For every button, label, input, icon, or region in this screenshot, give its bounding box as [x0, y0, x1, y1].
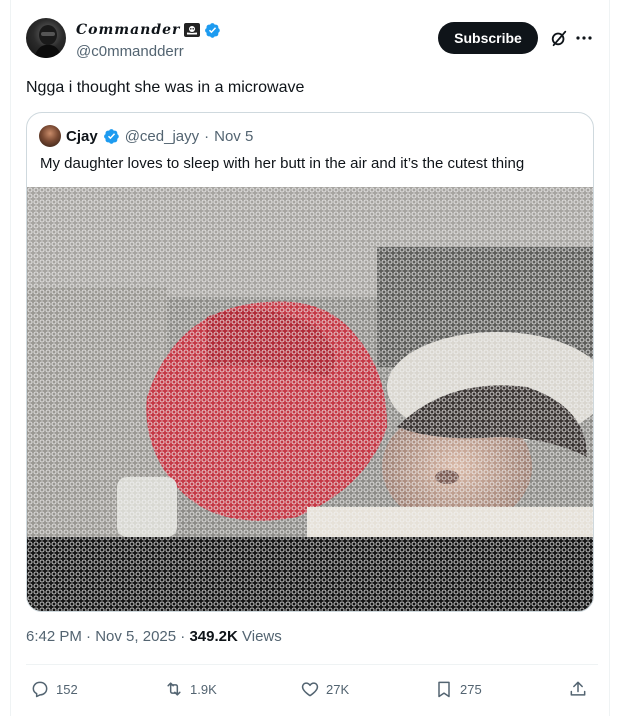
tweet-text: Ngga i thought she was in a microwave [26, 79, 305, 96]
share-button[interactable] [568, 676, 588, 702]
action-bar: 152 1.9K 27K 275 [26, 676, 598, 702]
author-avatar[interactable] [26, 18, 66, 58]
post-date[interactable]: Nov 5, 2025 [95, 628, 176, 645]
post-time[interactable]: 6:42 PM [26, 628, 82, 645]
meta-separator: · [180, 628, 186, 645]
meta-separator: · [86, 628, 92, 645]
author-handle[interactable]: @c0mmandderr [76, 43, 221, 60]
views-count: 349.2K [189, 628, 238, 645]
quoted-tweet[interactable]: Cjay @ced_jayy · Nov 5 My daughter loves… [26, 112, 594, 612]
skull-flag-icon [184, 23, 201, 37]
like-button[interactable]: 27K [300, 676, 349, 702]
heart-icon [301, 682, 319, 697]
reply-icon [32, 681, 48, 698]
post-timestamp: 6:42 PM · Nov 5, 2025 · 349.2K Views [26, 628, 282, 645]
more-options-icon[interactable] [574, 28, 594, 48]
post-header: Commander @c0mmandderr Subscribe [26, 18, 610, 64]
share-icon [570, 681, 586, 696]
author-name-text[interactable]: Commander [76, 22, 180, 38]
author-display-name[interactable]: Commander [76, 20, 221, 40]
quoted-tweet-header: Cjay @ced_jayy · Nov 5 [39, 125, 253, 147]
repost-icon [167, 682, 181, 696]
quoted-tweet-photo[interactable] [27, 187, 593, 611]
quoted-author-name[interactable]: Cjay [66, 128, 98, 145]
bookmark-count: 275 [460, 681, 482, 697]
views-label: Views [242, 628, 282, 645]
quoted-author-avatar[interactable] [39, 125, 61, 147]
reply-count: 152 [56, 681, 78, 697]
quoted-tweet-date[interactable]: Nov 5 [214, 128, 253, 145]
divider [26, 664, 598, 665]
grok-icon[interactable] [550, 29, 568, 47]
verified-badge-icon [205, 22, 221, 38]
subscribe-button[interactable]: Subscribe [438, 22, 538, 54]
quoted-author-handle[interactable]: @ced_jayy [125, 128, 199, 145]
quoted-tweet-text: My daughter loves to sleep with her butt… [40, 155, 525, 172]
reply-button[interactable]: 152 [30, 676, 78, 702]
repost-button[interactable]: 1.9K [164, 676, 217, 702]
author-names: Commander @c0mmandderr [76, 20, 221, 60]
meta-separator: · [204, 127, 210, 145]
bookmark-button[interactable]: 275 [434, 676, 482, 702]
repost-count: 1.9K [190, 681, 217, 697]
like-count: 27K [326, 681, 350, 697]
bookmark-icon [438, 681, 450, 698]
verified-badge-icon [103, 128, 119, 144]
